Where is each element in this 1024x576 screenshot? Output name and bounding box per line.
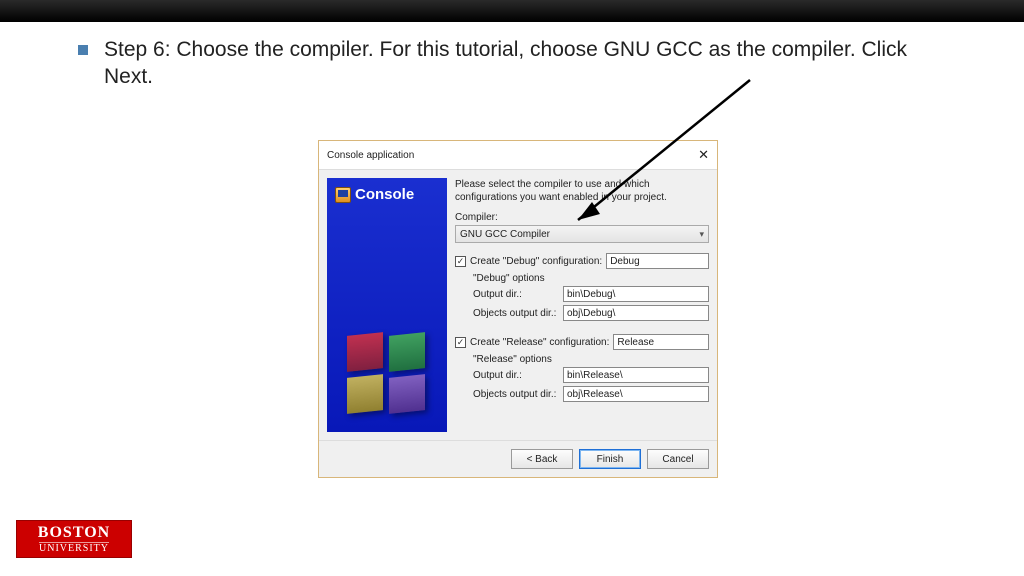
compiler-value: GNU GCC Compiler <box>460 229 550 240</box>
chevron-down-icon: ▾ <box>699 229 704 240</box>
cancel-button[interactable]: Cancel <box>647 449 709 469</box>
debug-checkbox[interactable] <box>455 256 466 267</box>
compiler-label: Compiler: <box>455 212 709 223</box>
debug-config-row: Create "Debug" configuration: Debug <box>455 253 709 269</box>
release-objects-label: Objects output dir.: <box>473 389 559 400</box>
logo-line1: BOSTON <box>38 525 110 541</box>
release-name-input[interactable]: Release <box>613 334 709 350</box>
wizard-form: Please select the compiler to use and wh… <box>455 178 709 432</box>
debug-check-label: Create "Debug" configuration: <box>470 256 602 267</box>
debug-name-input[interactable]: Debug <box>606 253 709 269</box>
release-check-label: Create "Release" configuration: <box>470 337 609 348</box>
compiler-select[interactable]: GNU GCC Compiler ▾ <box>455 225 709 243</box>
slide-top-bar <box>0 0 1024 22</box>
debug-objects-row: Objects output dir.: obj\Debug\ <box>473 305 709 321</box>
dialog-body: Console Please select the compiler to us… <box>319 170 717 440</box>
debug-objects-input[interactable]: obj\Debug\ <box>563 305 709 321</box>
cube-yellow <box>347 374 383 414</box>
wizard-dialog: Console application ✕ Console Please sel… <box>318 140 718 478</box>
release-objects-input[interactable]: obj\Release\ <box>563 386 709 402</box>
console-icon <box>335 187 351 203</box>
side-panel-label: Console <box>355 186 414 203</box>
release-output-input[interactable]: bin\Release\ <box>563 367 709 383</box>
cube-red <box>347 332 383 372</box>
debug-objects-label: Objects output dir.: <box>473 308 559 319</box>
release-options-label: "Release" options <box>473 354 709 365</box>
debug-output-row: Output dir.: bin\Debug\ <box>473 286 709 302</box>
step-bullet-row: Step 6: Choose the compiler. For this tu… <box>78 36 944 91</box>
dialog-titlebar: Console application ✕ <box>319 141 717 170</box>
debug-output-label: Output dir.: <box>473 289 559 300</box>
logo-line2: UNIVERSITY <box>39 542 109 554</box>
dialog-title: Console application <box>327 150 414 161</box>
cubes-graphic <box>345 332 431 418</box>
finish-button[interactable]: Finish <box>579 449 641 469</box>
boston-university-logo: BOSTON UNIVERSITY <box>16 520 132 558</box>
bullet-icon <box>78 45 88 55</box>
release-objects-row: Objects output dir.: obj\Release\ <box>473 386 709 402</box>
close-icon[interactable]: ✕ <box>698 147 709 163</box>
slide-content: Step 6: Choose the compiler. For this tu… <box>0 22 1024 576</box>
cube-purple <box>389 374 425 414</box>
release-checkbox[interactable] <box>455 337 466 348</box>
debug-output-input[interactable]: bin\Debug\ <box>563 286 709 302</box>
side-panel-title: Console <box>335 186 414 203</box>
instruction-text: Please select the compiler to use and wh… <box>455 178 709 204</box>
back-button[interactable]: < Back <box>511 449 573 469</box>
release-output-label: Output dir.: <box>473 370 559 381</box>
dialog-footer: < Back Finish Cancel <box>319 440 717 477</box>
release-config-row: Create "Release" configuration: Release <box>455 334 709 350</box>
release-output-row: Output dir.: bin\Release\ <box>473 367 709 383</box>
cube-green <box>389 332 425 372</box>
step-text: Step 6: Choose the compiler. For this tu… <box>104 36 944 91</box>
wizard-side-panel: Console <box>327 178 447 432</box>
debug-options-label: "Debug" options <box>473 273 709 284</box>
